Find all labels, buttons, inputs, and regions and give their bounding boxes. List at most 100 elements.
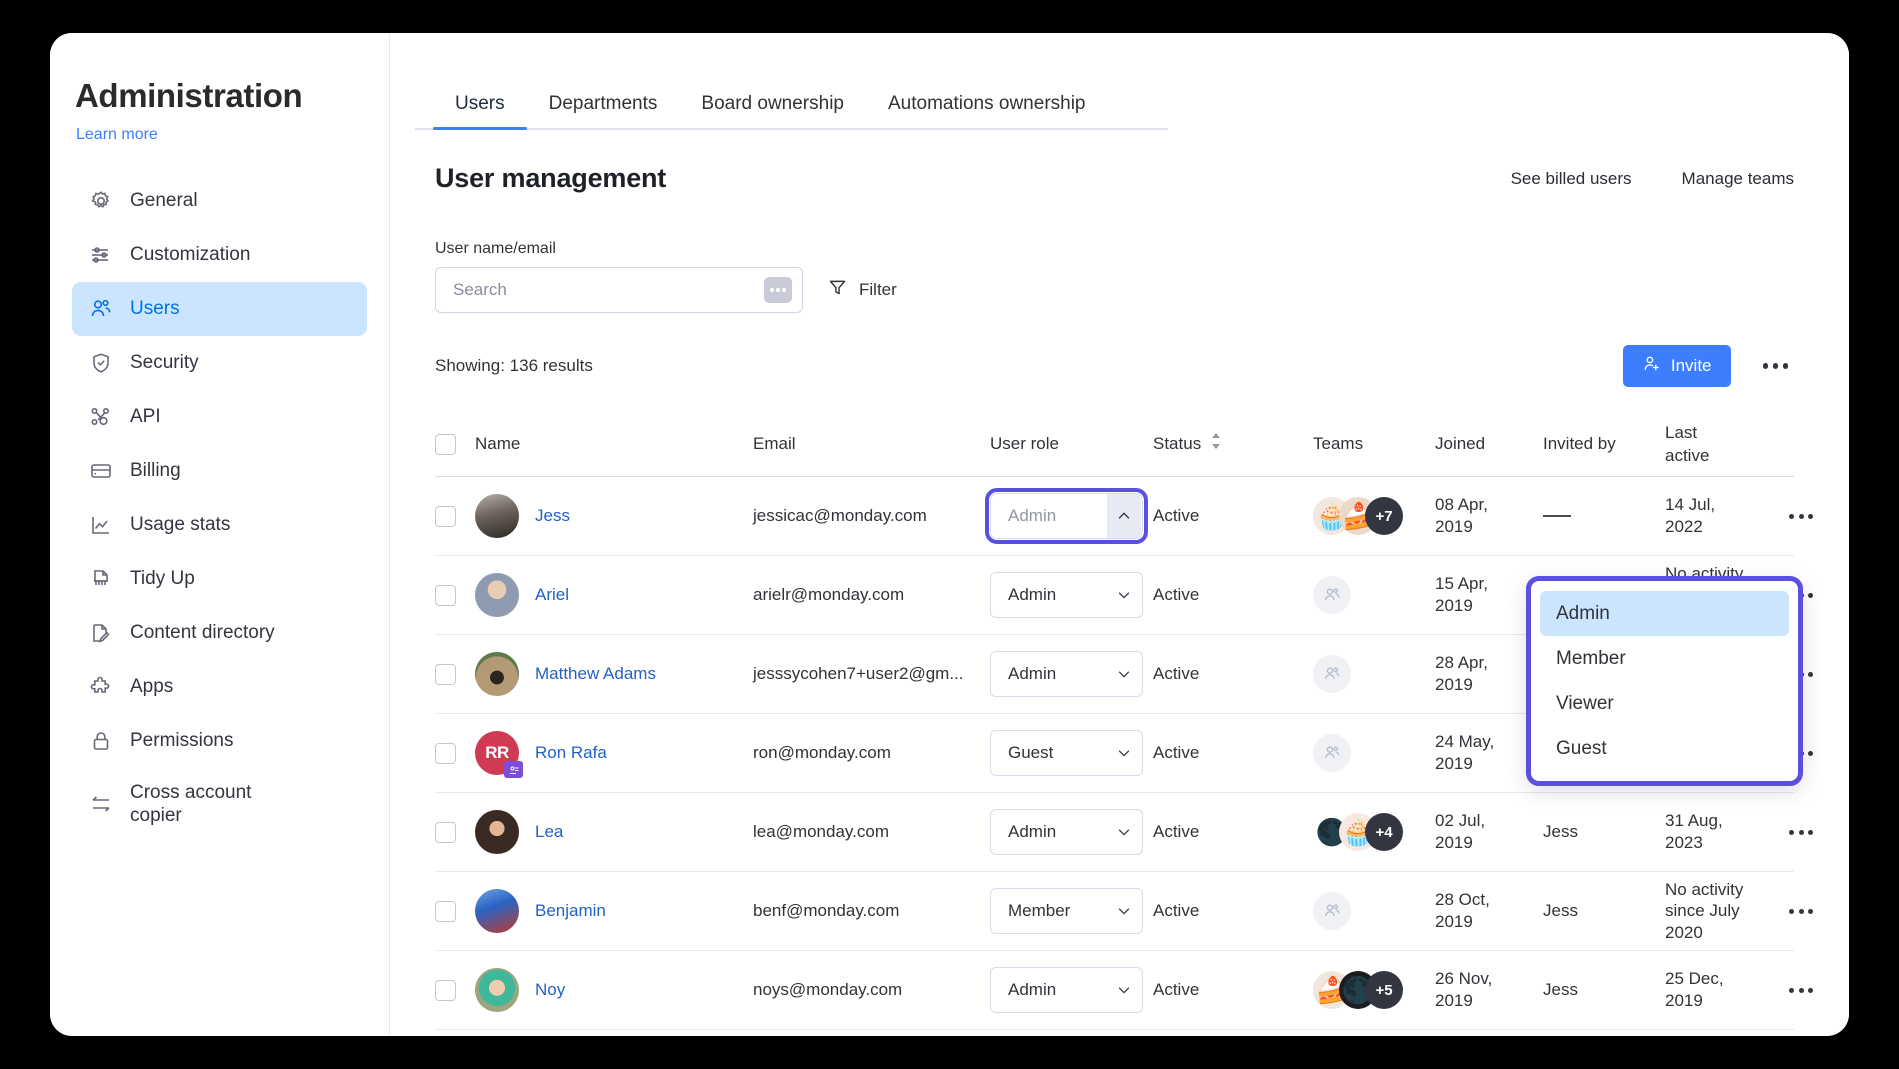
row-menu-icon[interactable]	[1783, 508, 1819, 525]
puzzle-icon	[88, 674, 114, 700]
column-header-name[interactable]: Name	[475, 433, 520, 455]
row-checkbox[interactable]	[435, 663, 456, 685]
filter-icon	[827, 277, 848, 303]
chevron-down-icon[interactable]	[1107, 810, 1141, 854]
search-input[interactable]	[453, 280, 764, 300]
user-status: Active	[1153, 506, 1200, 526]
sidebar-item-apps[interactable]: Apps	[72, 660, 367, 714]
chevron-down-icon[interactable]	[1107, 731, 1141, 775]
teams-empty-icon[interactable]	[1313, 655, 1351, 693]
row-checkbox[interactable]	[435, 821, 456, 843]
teams-empty-icon[interactable]	[1313, 576, 1351, 614]
user-role-select[interactable]: Admin	[990, 651, 1143, 697]
sidebar-item-label: Users	[130, 298, 180, 320]
sidebar-item-users[interactable]: Users	[72, 282, 367, 337]
sidebar-item-usage-stats[interactable]: Usage stats	[72, 498, 367, 552]
search-box[interactable]	[435, 267, 803, 313]
table-row[interactable]: Lea lea@monday.com Admin Active 🌑 🧁 +4 0…	[435, 793, 1813, 872]
column-header-user-role[interactable]: User role	[990, 434, 1059, 453]
invited-by: Jess	[1543, 901, 1578, 921]
teams-avatars[interactable]: 🧁 🍰 +7	[1313, 497, 1403, 535]
column-header-invited-by[interactable]: Invited by	[1543, 434, 1616, 453]
select-all-checkbox[interactable]	[435, 434, 456, 455]
more-options-icon[interactable]	[1757, 357, 1795, 375]
chevron-down-icon[interactable]	[1107, 968, 1141, 1012]
sidebar-item-cross-account-copier[interactable]: Cross account copier	[72, 768, 367, 840]
user-role-select[interactable]: Guest	[990, 730, 1143, 776]
user-name-link[interactable]: Ron Rafa	[535, 743, 607, 763]
sidebar-item-label: API	[130, 406, 161, 428]
chevron-up-icon[interactable]	[1107, 494, 1141, 538]
sidebar-item-customization[interactable]: Customization	[72, 228, 367, 282]
teams-avatars[interactable]: 🍰 🌑 +5	[1313, 971, 1403, 1009]
column-header-joined[interactable]: Joined	[1435, 434, 1485, 453]
user-name-link[interactable]: Ariel	[535, 585, 569, 605]
tab-board-ownership[interactable]: Board ownership	[679, 93, 866, 128]
row-checkbox[interactable]	[435, 505, 456, 527]
user-name-link[interactable]: Matthew Adams	[535, 664, 656, 684]
teams-overflow-count[interactable]: +5	[1365, 971, 1403, 1009]
row-checkbox[interactable]	[435, 900, 456, 922]
search-options-icon[interactable]	[764, 277, 792, 303]
chevron-down-icon[interactable]	[1107, 889, 1141, 933]
sidebar-item-permissions[interactable]: Permissions	[72, 714, 367, 768]
dropdown-option-viewer[interactable]: Viewer	[1540, 681, 1789, 726]
column-header-status[interactable]: Status	[1153, 432, 1313, 456]
manage-teams-link[interactable]: Manage teams	[1682, 169, 1794, 189]
user-name-link[interactable]: Noy	[535, 980, 565, 1000]
sidebar-item-billing[interactable]: Billing	[72, 444, 367, 498]
sidebar-item-security[interactable]: Security	[72, 336, 367, 390]
row-checkbox[interactable]	[435, 979, 456, 1001]
chevron-down-icon[interactable]	[1107, 652, 1141, 696]
user-name-link[interactable]: Benjamin	[535, 901, 606, 921]
sidebar-item-api[interactable]: API	[72, 390, 367, 444]
joined-date: 02 Jul, 2019	[1435, 811, 1486, 852]
sidebar-item-label: Permissions	[130, 730, 234, 752]
chevron-down-icon[interactable]	[1107, 573, 1141, 617]
see-billed-users-link[interactable]: See billed users	[1511, 169, 1632, 189]
sidebar-item-tidy-up[interactable]: Tidy Up	[72, 552, 367, 606]
tab-departments[interactable]: Departments	[527, 93, 680, 128]
user-role-select[interactable]: Admin	[990, 967, 1143, 1013]
user-role-dropdown-menu[interactable]: Admin Member Viewer Guest	[1526, 576, 1803, 786]
row-checkbox[interactable]	[435, 742, 456, 764]
row-menu-icon[interactable]	[1783, 824, 1819, 841]
invite-button[interactable]: Invite	[1622, 345, 1731, 387]
teams-empty-icon[interactable]	[1313, 892, 1351, 930]
joined-date: 15 Apr, 2019	[1435, 574, 1488, 615]
tab-automations-ownership[interactable]: Automations ownership	[866, 93, 1108, 128]
user-role-select[interactable]: Member	[990, 888, 1143, 934]
sort-icon[interactable]	[1210, 432, 1222, 456]
users-icon	[88, 296, 114, 322]
row-checkbox[interactable]	[435, 584, 456, 606]
avatar	[475, 889, 519, 933]
teams-avatars[interactable]: 🌑 🧁 +4	[1313, 813, 1403, 851]
teams-empty-icon[interactable]	[1313, 734, 1351, 772]
dropdown-option-admin[interactable]: Admin	[1540, 591, 1789, 636]
learn-more-link[interactable]: Learn more	[50, 114, 158, 144]
row-menu-icon[interactable]	[1783, 903, 1819, 920]
teams-overflow-count[interactable]: +4	[1365, 813, 1403, 851]
user-name-link[interactable]: Lea	[535, 822, 563, 842]
table-row[interactable]: Jess jessicac@monday.com Admin Active 🧁 …	[435, 477, 1813, 556]
user-role-select[interactable]: Admin	[990, 572, 1143, 618]
user-role-select[interactable]: Admin	[990, 809, 1143, 855]
joined-date: 08 Apr, 2019	[1435, 495, 1488, 536]
table-row[interactable]: Benjamin benf@monday.com Member Active 2…	[435, 872, 1813, 951]
dropdown-option-guest[interactable]: Guest	[1540, 726, 1789, 771]
column-header-last-active[interactable]: Last active	[1665, 422, 1735, 466]
tab-users[interactable]: Users	[433, 93, 527, 130]
sidebar-item-content-directory[interactable]: Content directory	[72, 606, 367, 660]
user-role-select[interactable]: Admin	[985, 488, 1148, 544]
column-header-teams[interactable]: Teams	[1313, 433, 1363, 455]
user-name-link[interactable]: Jess	[535, 506, 570, 526]
row-menu-icon[interactable]	[1783, 982, 1819, 999]
teams-overflow-count[interactable]: +7	[1365, 497, 1403, 535]
dropdown-option-member[interactable]: Member	[1540, 636, 1789, 681]
joined-date: 26 Nov, 2019	[1435, 969, 1493, 1010]
screen-root: Administration Learn more General Custom…	[0, 0, 1899, 1069]
sidebar-item-general[interactable]: General	[72, 174, 367, 228]
column-header-email[interactable]: Email	[753, 434, 796, 453]
filter-button[interactable]: Filter	[827, 277, 897, 303]
table-row[interactable]: Noy noys@monday.com Admin Active 🍰 🌑 +5 …	[435, 951, 1813, 1030]
